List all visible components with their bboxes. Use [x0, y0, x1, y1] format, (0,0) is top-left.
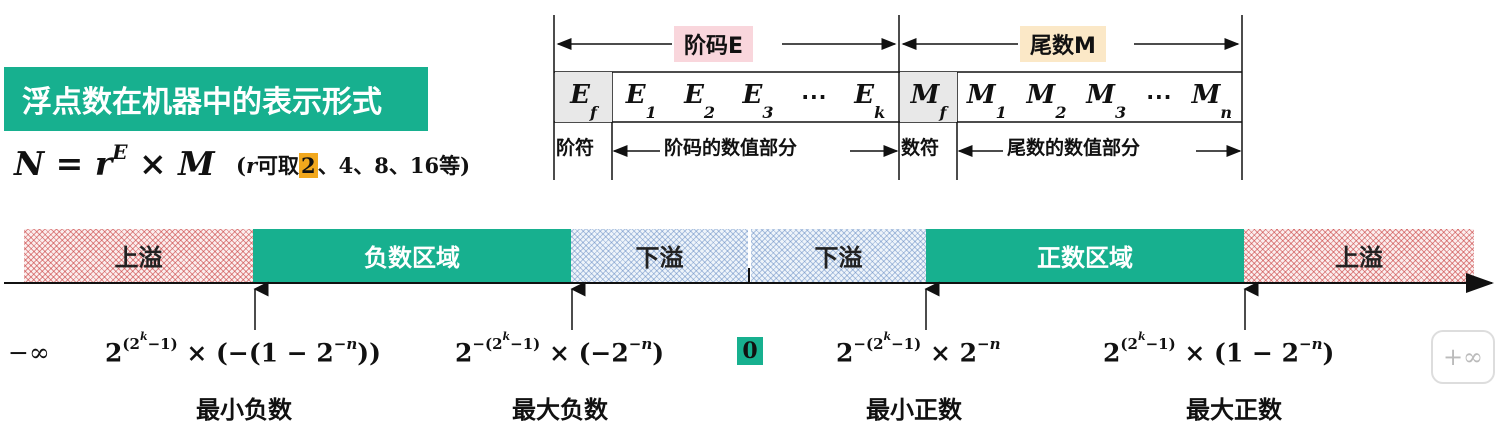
negative-infinity: −∞	[8, 338, 50, 367]
label-max-positive: 最大正数	[1186, 396, 1282, 424]
min-negative-expr: 2(2k−1) × (−(1 − 2−n))	[105, 330, 381, 368]
min-positive-expr: 2−(2k−1) × 2−n	[836, 330, 1001, 368]
zero-marker: 0	[737, 337, 763, 365]
play-overlay-button[interactable]: +∞	[1431, 330, 1495, 384]
label-min-positive: 最小正数	[866, 396, 962, 424]
max-positive-expr: 2(2k−1) × (1 − 2−n)	[1103, 330, 1335, 368]
max-negative-expr: 2−(2k−1) × (−2−n)	[455, 330, 665, 368]
number-line-axis	[4, 268, 1494, 330]
label-max-negative: 最大负数	[512, 396, 608, 424]
label-min-negative: 最小负数	[196, 396, 292, 424]
positive-infinity: +∞	[1442, 343, 1484, 371]
